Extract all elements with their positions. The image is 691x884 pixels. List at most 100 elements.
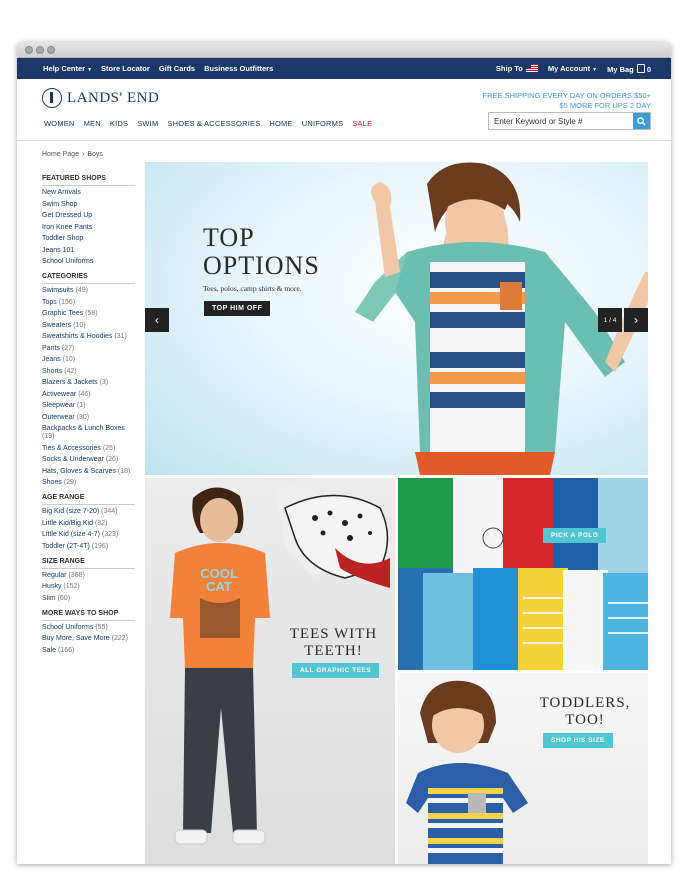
sidebar-item-age[interactable]: Big Kid (size 7-20) (344)	[42, 508, 135, 516]
hero-title: TOP OPTIONS	[203, 224, 320, 280]
us-flag-icon	[525, 64, 538, 72]
shirt-text-cat: CAT	[206, 579, 232, 594]
nav-home[interactable]: HOME	[269, 119, 292, 128]
sidebar-item-size[interactable]: Slim (60)	[42, 595, 135, 603]
sidebar-item-more[interactable]: School Uniforms (55)	[42, 624, 135, 632]
my-bag-link[interactable]: My Bag 0	[607, 63, 651, 74]
breadcrumb-home[interactable]: Home Page	[42, 151, 79, 158]
sidebar-item-featured[interactable]: Get Dressed Up	[42, 212, 135, 220]
top-him-off-button[interactable]: TOP HIM OFF	[204, 301, 271, 316]
polo-tile[interactable]: PICK A POLO	[398, 478, 648, 670]
sidebar-item-age[interactable]: Little Kid (size 4-7) (323)	[42, 531, 135, 539]
sidebar-item-count: (3)	[99, 379, 109, 386]
sidebar-item-label: Tops	[42, 298, 57, 306]
sidebar-item-count: (10)	[73, 321, 86, 329]
sidebar-item-category[interactable]: Activewear (46)	[42, 391, 135, 399]
sidebar-item-count: (26)	[105, 456, 119, 463]
minimize-window-icon[interactable]	[36, 46, 44, 54]
my-account-link[interactable]: My Account ▼	[548, 64, 597, 73]
sidebar-item-size[interactable]: Regular (368)	[42, 572, 135, 580]
sidebar-item-label: Buy More, Save More	[42, 635, 110, 642]
sidebar-item-label: Socks & Underwear	[42, 456, 104, 463]
sidebar-item-category[interactable]: Swimsuits (49)	[42, 287, 135, 295]
sidebar-item-category[interactable]: Outerwear (30)	[42, 414, 135, 422]
categories-list: Swimsuits (49) Tops (156) Graphic Tees (58…	[42, 287, 135, 487]
ship-to-link[interactable]: Ship To	[496, 64, 538, 73]
sidebar-item-category[interactable]: Sweatshirts & Hoodies (31)	[42, 333, 135, 341]
pick-a-polo-button[interactable]: PICK A POLO	[543, 528, 607, 543]
logo[interactable]: LANDS' END	[42, 88, 159, 108]
sidebar-item-count: (344)	[101, 508, 118, 515]
sidebar-item-count: (31)	[114, 333, 127, 340]
graphic-tees-tile[interactable]: COOL CAT TEES WITH TEETH! ALL GRAPHIC TE…	[145, 478, 395, 864]
sidebar-item-label: Big Kid (size 7-20)	[42, 508, 100, 515]
all-graphic-tees-button[interactable]: ALL GRAPHIC TEES	[292, 663, 380, 678]
prev-slide-button[interactable]: ‹	[145, 308, 169, 332]
next-slide-button[interactable]: ›	[624, 308, 648, 332]
sidebar-item-featured[interactable]: Swim Shop	[42, 201, 135, 209]
sidebar-item-category[interactable]: Jeans (10)	[42, 356, 135, 364]
sidebar-item-featured[interactable]: School Uniforms	[42, 258, 135, 266]
sidebar-item-label: Little Kid/Big Kid	[42, 519, 93, 527]
sidebar-item-category[interactable]: Ties & Accessories (25)	[42, 445, 135, 453]
sidebar-item-more[interactable]: Buy More, Save More (222)	[42, 635, 135, 643]
sidebar-item-category[interactable]: Shoes (29)	[42, 479, 135, 487]
site-header: LANDS' END FREE SHIPPING EVERY DAY ON OR…	[17, 79, 671, 141]
sidebar-item-category[interactable]: Sleepwear (1)	[42, 402, 135, 410]
sidebar-item-category[interactable]: Hats, Gloves & Scarves (18)	[42, 468, 135, 476]
sidebar-item-category[interactable]: Tops (156)	[42, 299, 135, 307]
sidebar-item-label: Jeans	[42, 356, 61, 363]
sidebar-item-featured[interactable]: Toddler Shop	[42, 235, 135, 243]
sidebar-item-age[interactable]: Little Kid/Big Kid (82)	[42, 520, 135, 528]
sidebar-item-category[interactable]: Blazers & Jackets (3)	[42, 379, 135, 387]
search-button[interactable]	[633, 113, 650, 129]
toddlers-tile[interactable]: TODDLERS, TOO! SHOP HIS SIZE	[398, 673, 648, 864]
sidebar-item-count: (156)	[58, 298, 76, 306]
sidebar-item-featured[interactable]: New Arrivals	[42, 189, 135, 197]
help-center-label: Help Center	[43, 64, 86, 73]
nav-swim[interactable]: SWIM	[137, 119, 158, 128]
sidebar-item-category[interactable]: Socks & Underwear (26)	[42, 456, 135, 464]
breadcrumb-separator: ›	[81, 151, 85, 158]
sidebar-item-label: Husky	[42, 583, 62, 590]
help-center-link[interactable]: Help Center ▼	[43, 64, 92, 73]
nav-women[interactable]: WOMEN	[44, 119, 75, 128]
sidebar-item-category[interactable]: Sweaters (10)	[42, 322, 135, 330]
sidebar-item-featured[interactable]: Jeans 101	[42, 247, 135, 255]
sidebar-item-category[interactable]: Shorts (42)	[42, 368, 135, 376]
sidebar: FEATURED SHOPS New Arrivals Swim Shop Get …	[42, 175, 135, 662]
sidebar-item-label: Swimsuits	[42, 287, 74, 294]
ship-to-label: Ship To	[495, 64, 523, 73]
nav-uniforms[interactable]: UNIFORMS	[302, 119, 344, 128]
sidebar-item-label: Toddler (2T-4T)	[42, 542, 90, 550]
nav-men[interactable]: MEN	[84, 119, 101, 128]
sidebar-item-category[interactable]: Pants (27)	[42, 345, 135, 353]
hero-subtitle: Tees, polos, camp shirts & more.	[203, 284, 302, 293]
sidebar-item-count: (19)	[42, 433, 55, 440]
shop-his-size-button[interactable]: SHOP HIS SIZE	[543, 733, 613, 748]
nav-sale[interactable]: SALE	[352, 119, 372, 128]
sidebar-item-count: (10)	[62, 356, 76, 363]
sidebar-item-label: Graphic Tees	[42, 310, 84, 317]
age-range-title: AGE RANGE	[42, 494, 135, 505]
search-input[interactable]	[489, 113, 633, 129]
nav-shoes-accessories[interactable]: SHOES & ACCESSORIES	[167, 119, 260, 128]
sidebar-item-category[interactable]: Backpacks & Lunch Boxes (19)	[42, 425, 135, 441]
store-locator-link[interactable]: Store Locator	[101, 64, 150, 73]
gift-cards-link[interactable]: Gift Cards	[159, 64, 195, 73]
business-outfitters-link[interactable]: Business Outfitters	[204, 64, 273, 73]
sidebar-item-featured[interactable]: Iron Knee Pants	[42, 224, 135, 232]
shipping-promo[interactable]: FREE SHIPPING EVERY DAY ON ORDERS $50+ $…	[483, 91, 651, 111]
browser-window: Help Center ▼ Store Locator Gift Cards Bu…	[17, 42, 671, 864]
hero-banner[interactable]: TOP OPTIONS Tees, polos, camp shirts & m…	[145, 162, 648, 475]
sidebar-item-label: Ties & Accessories	[42, 444, 101, 452]
sidebar-item-age[interactable]: Toddler (2T-4T) (196)	[42, 543, 135, 551]
nav-kids[interactable]: KIDS	[110, 119, 128, 128]
sidebar-item-count: (82)	[94, 519, 108, 527]
sidebar-item-category[interactable]: Graphic Tees (58)	[42, 310, 135, 318]
close-window-icon[interactable]	[25, 46, 33, 54]
sidebar-item-more[interactable]: Sale (166)	[42, 647, 135, 655]
tees-title-line-1: TEES WITH	[289, 626, 378, 642]
sidebar-item-size[interactable]: Husky (152)	[42, 583, 135, 591]
maximize-window-icon[interactable]	[47, 46, 55, 54]
